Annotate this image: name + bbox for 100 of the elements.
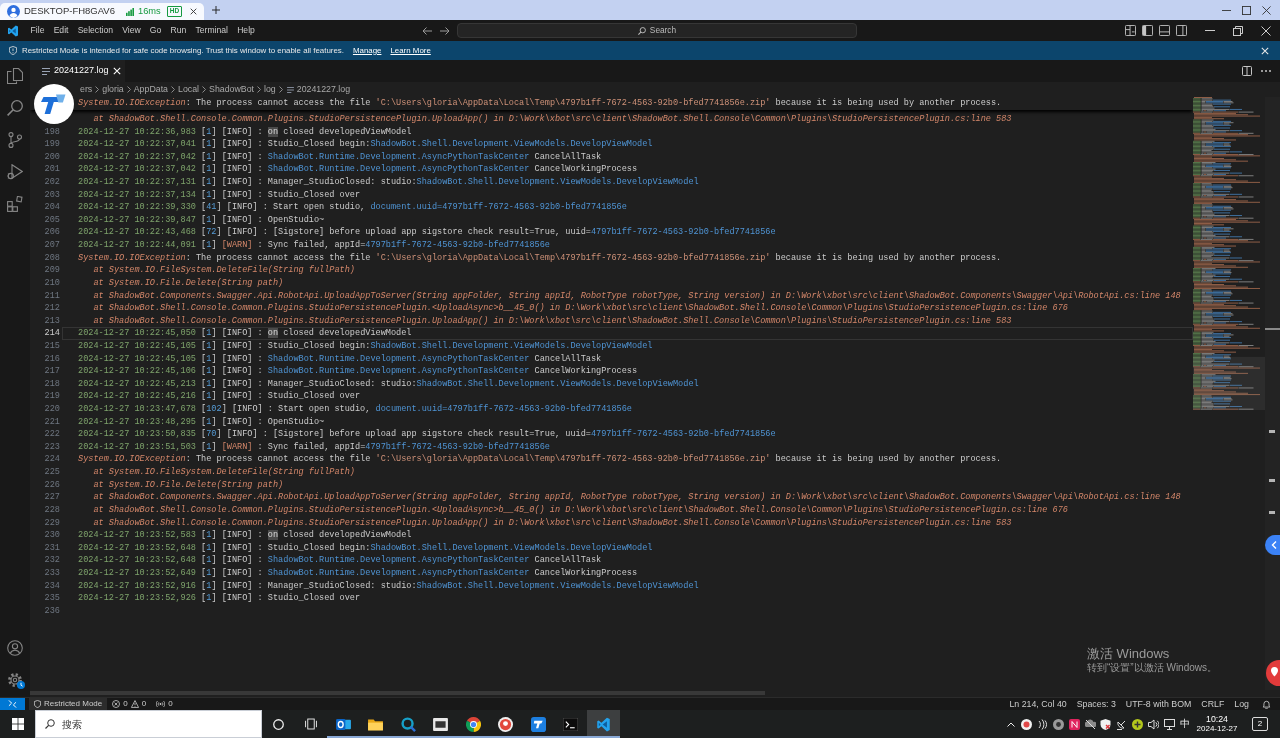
menu-item[interactable]: Edit	[49, 20, 74, 41]
search-icon[interactable]	[7, 100, 23, 116]
layout-icon[interactable]	[1125, 25, 1136, 36]
taskbar-search-field[interactable]: 搜索	[35, 710, 262, 738]
update-badge-icon	[17, 681, 25, 689]
log-line: 2024-12-27 10:23:52,583 [1] [INFO] : on closed developedViewModel	[78, 529, 412, 542]
log-line: 2024-12-27 10:22:45,050 [1] [INFO] : on closed developedViewModel	[78, 328, 412, 339]
menu-item[interactable]: Help	[232, 20, 260, 41]
tray-app-icon[interactable]	[1084, 718, 1096, 730]
line-number: 219	[44, 390, 60, 404]
notification-button[interactable]: 2	[1252, 717, 1268, 731]
remote-icon	[8, 700, 17, 708]
log-line: 2024-12-27 10:22:37,042 [1] [INFO] : ShadowBot.Runtime.Development.AsyncPythonTaskCenter CancelWorkingProcess	[78, 163, 638, 177]
log-line: System.IO.IOException: The process cannot access the file 'C:\Users\gloria\AppData\Local\Temp\4797b1ff-7672-4563-92b0-bfed7741856e.zip' because it is being used by another process.	[78, 97, 1002, 110]
source-control-icon[interactable]	[7, 132, 23, 148]
log-line: 2024-12-27 10:23:47,678 [102] [INFO] : Start open studio, document.uuid=4797b1ff-7672-4563-92b0-bfed7741856e	[78, 403, 632, 416]
close-icon[interactable]	[1261, 5, 1271, 15]
tray-app-icon[interactable]	[1021, 718, 1033, 730]
menu-item[interactable]: Go	[145, 20, 166, 41]
menu-item[interactable]: Run	[165, 20, 191, 41]
windows-logo-icon[interactable]	[11, 718, 24, 730]
settings-icon[interactable]	[7, 672, 23, 688]
log-line: 2024-12-27 10:23:50,835 [70] [INFO] : [Sigstore] before upload app sigstore check result=True, uuid=4797b1ff-7672-4563-92b0-bfed7741856e	[78, 428, 776, 441]
location-pin-icon[interactable]	[1266, 660, 1280, 686]
chevron-right-icon	[171, 86, 175, 93]
bell-icon[interactable]	[1262, 699, 1271, 709]
maximize-icon[interactable]	[1241, 5, 1251, 15]
breadcrumb-item[interactable]: Local	[178, 82, 199, 97]
extensions-icon[interactable]	[7, 196, 23, 212]
line-number: 235	[44, 592, 60, 605]
minimize-icon[interactable]	[1221, 9, 1231, 11]
speaker-icon[interactable]	[1147, 718, 1159, 730]
menu-item[interactable]: File	[26, 20, 50, 41]
restricted-mode-button[interactable]: Restricted Mode	[29, 698, 108, 710]
line-number: 199	[44, 138, 60, 151]
minimap[interactable]	[1193, 97, 1265, 410]
log-line: at ShadowBot.Shell.Console.Common.Plugins.StudioPersistencePlugin.UploadApp() in D:\Work\xbot\src\client\ShadowBot.Shell.Console\Common\Plugins\StudioPersistencePlugin.cs:line 583	[92, 314, 1012, 328]
line-number: 214	[44, 327, 60, 340]
line-number: 230	[44, 529, 60, 542]
breadcrumb-item[interactable]: gloria	[102, 82, 124, 97]
log-line: 2024-12-27 10:22:45,105 [1] [INFO] : ShadowBot.Runtime.Development.AsyncPythonTaskCenter CancelAllTask	[78, 352, 602, 366]
editor-tab[interactable]: 20241227.log	[30, 60, 125, 82]
activation-title: 激活 Windows	[1087, 646, 1171, 662]
line-number: 202	[44, 176, 60, 189]
ring-app-icon	[400, 716, 416, 732]
signal-arcs-icon[interactable]	[1037, 718, 1049, 730]
menu-item[interactable]: Selection	[73, 20, 118, 41]
log-line: 2024-12-27 10:23:52,649 [1] [INFO] : ShadowBot.Runtime.Development.AsyncPythonTaskCenter CancelWorkingProcess	[78, 566, 638, 580]
restore-icon[interactable]	[1233, 25, 1243, 36]
task-view-icon[interactable]	[304, 718, 317, 730]
taskbar-clock[interactable]: 10:24 2024-12-27	[1196, 710, 1238, 738]
files-icon[interactable]	[7, 68, 23, 84]
sidebar-left-icon[interactable]	[1142, 25, 1153, 36]
shield-icon[interactable]	[1100, 718, 1112, 730]
run-debug-icon[interactable]	[7, 164, 23, 180]
cursor-position[interactable]: Ln 214, Col 40	[1004, 698, 1072, 710]
panel-bottom-icon[interactable]	[1159, 25, 1170, 36]
tray-app-icon[interactable]	[1053, 718, 1064, 730]
breadcrumb-item[interactable]: 20241227.log	[296, 82, 351, 97]
language-button[interactable]: Log	[1229, 698, 1254, 710]
close-icon[interactable]	[190, 8, 197, 15]
line-number: 205	[44, 213, 60, 227]
latency-reading: 16ms	[138, 4, 161, 18]
chevron-up-icon[interactable]	[1007, 721, 1016, 727]
line-number: 198	[44, 125, 60, 139]
encoding-button[interactable]: UTF-8 with BOM	[1120, 698, 1197, 710]
log-line: at ShadowBot.Components.Swagger.Api.RobotApi.UploadAppToServer(String appFolder, String appId, RobotType robotType, String version) in D:\Work\xbot\src\client\ShadowBot.Components\Swagger\Api\RobotApi.cs:line 148	[92, 289, 1181, 303]
plus-icon[interactable]	[212, 6, 220, 14]
monitor-icon[interactable]	[1163, 718, 1175, 730]
line-number: 208	[44, 251, 60, 265]
line-ending-button[interactable]: CRLF	[1196, 698, 1230, 710]
input-method-indicator[interactable]: 中	[1177, 710, 1193, 738]
line-number: 218	[44, 377, 60, 391]
breadcrumb-item[interactable]: AppData	[133, 82, 168, 97]
command-center-search[interactable]: Search	[457, 23, 857, 38]
tray-app-icon[interactable]	[1068, 718, 1080, 730]
line-number: 204	[44, 201, 60, 214]
ring-icon[interactable]	[272, 718, 284, 730]
chevron-left-icon[interactable]	[1265, 535, 1280, 555]
chevron-right-icon	[126, 86, 131, 93]
line-number: 222	[44, 428, 60, 441]
back-arrow-icon[interactable]	[422, 25, 432, 36]
tray-app-icon[interactable]	[1132, 718, 1143, 730]
breadcrumb-item[interactable]: ShadowBot	[209, 82, 254, 97]
satellite-dish-icon[interactable]	[1116, 718, 1128, 730]
ports-button[interactable]: 0	[151, 698, 178, 710]
floating-app-icon[interactable]	[34, 84, 74, 124]
breadcrumb-item[interactable]: log	[264, 82, 276, 97]
split-editor-icon[interactable]	[1241, 66, 1252, 76]
line-number: 209	[44, 264, 60, 277]
account-icon[interactable]	[7, 640, 23, 656]
line-number: 212	[44, 302, 60, 315]
menu-item[interactable]: Terminal	[190, 20, 233, 41]
menu-item[interactable]: View	[117, 20, 146, 41]
sidebar-right-icon[interactable]	[1176, 25, 1187, 36]
log-line: 2024-12-27 10:23:51,503 [1] [WARN] : Sync failed, appId=4797b1ff-7672-4563-92b0-bfed7741856e	[78, 440, 550, 454]
breadcrumb-item[interactable]: ers	[80, 82, 93, 97]
problems-button[interactable]: 0 0	[107, 698, 152, 710]
forward-arrow-icon[interactable]	[440, 25, 450, 36]
indentation-button[interactable]: Spaces: 3	[1071, 698, 1121, 710]
